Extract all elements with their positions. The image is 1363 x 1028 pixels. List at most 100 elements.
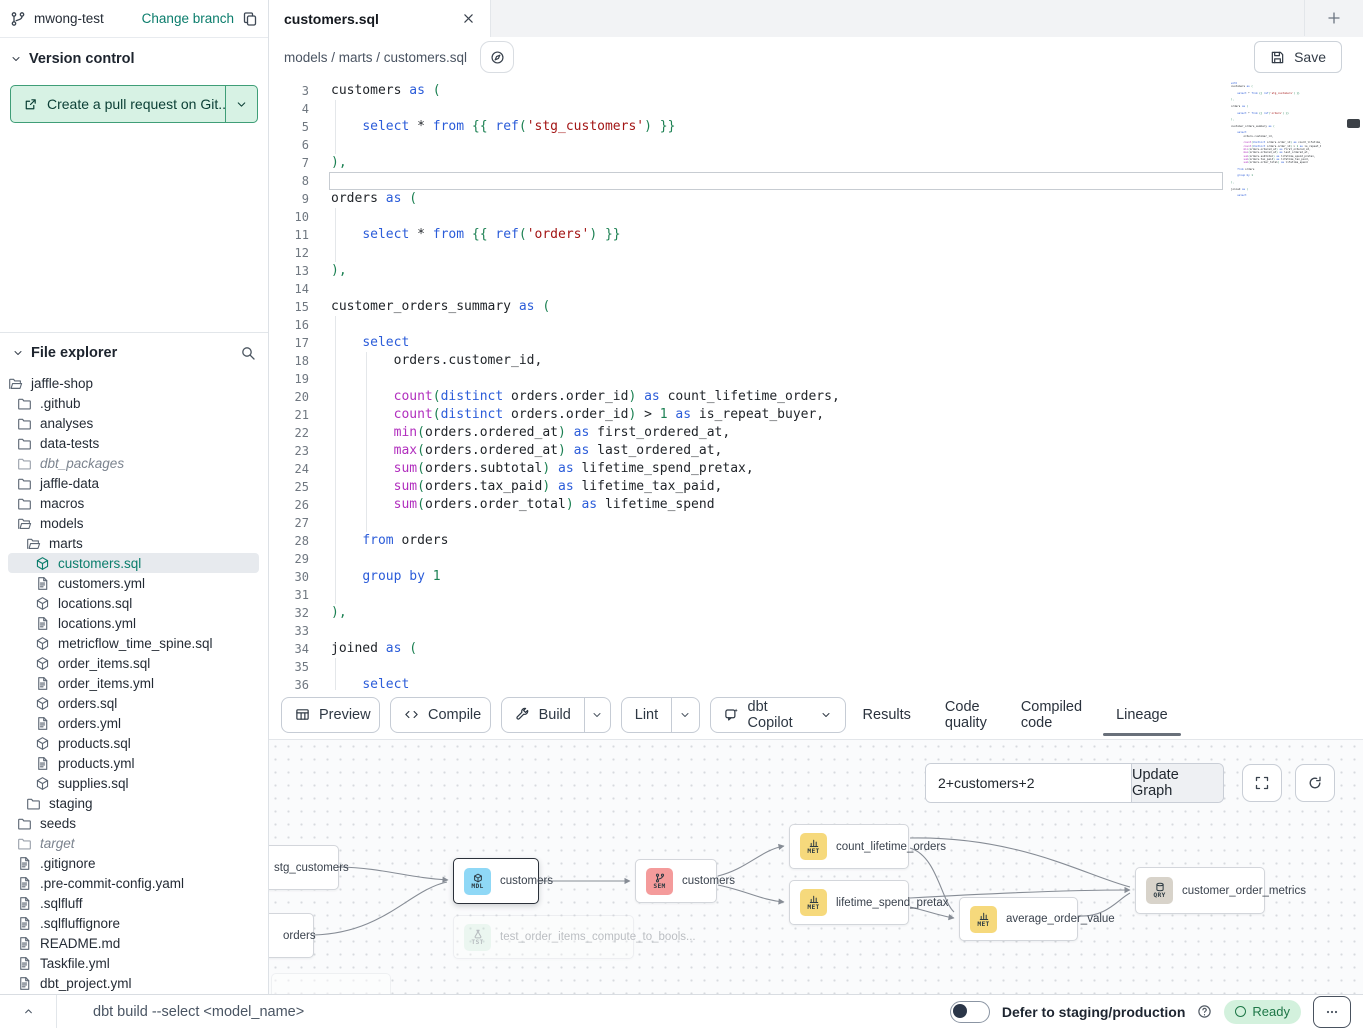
code-line-29[interactable]: 29	[269, 550, 1363, 568]
lint-button[interactable]: Lint	[621, 697, 700, 733]
lineage-node-customers_model[interactable]: MDLcustomers	[453, 858, 539, 904]
file-tree-item-jaffle-data[interactable]: jaffle-data	[8, 473, 259, 493]
tab-compiled-code[interactable]: Compiled code	[1004, 690, 1099, 739]
code-line-36[interactable]: 36 select	[269, 676, 1363, 691]
tab-code-quality[interactable]: Code quality	[928, 690, 1004, 739]
scrollbar-thumb[interactable]	[1347, 119, 1360, 128]
file-tree-item-jaffle-shop[interactable]: jaffle-shop	[8, 373, 259, 393]
code-line-13[interactable]: 13),	[269, 262, 1363, 280]
file-tree-item--pre-commit-config-yaml[interactable]: .pre-commit-config.yaml	[8, 873, 259, 893]
file-tree-item-supplies-sql[interactable]: supplies.sql	[8, 773, 259, 793]
code-line-17[interactable]: 17 select	[269, 334, 1363, 352]
collapse-panel-button[interactable]	[0, 1005, 56, 1018]
lineage-node-test_order_items[interactable]: TSTtest_order_items_compute_to_bools...	[453, 915, 634, 959]
code-line-10[interactable]: 10	[269, 208, 1363, 226]
file-tree-item--gitignore[interactable]: .gitignore	[8, 853, 259, 873]
file-tree-item-metricflow-time-spine-sql[interactable]: metricflow_time_spine.sql	[8, 633, 259, 653]
lineage-node-stg_customers[interactable]: stg_customers	[269, 845, 339, 890]
code-line-20[interactable]: 20 count(distinct orders.order_id) as co…	[269, 388, 1363, 406]
lineage-node-orders[interactable]: orders	[269, 913, 314, 958]
docs-compass-button[interactable]	[480, 41, 514, 73]
code-line-9[interactable]: 9orders as (	[269, 190, 1363, 208]
code-line-26[interactable]: 26 sum(orders.order_total) as lifetime_s…	[269, 496, 1363, 514]
code-line-33[interactable]: 33	[269, 622, 1363, 640]
file-tree-item-taskfile-yml[interactable]: Taskfile.yml	[8, 953, 259, 973]
lineage-node-count_lifetime_orders[interactable]: METcount_lifetime_orders	[789, 824, 909, 869]
create-pr-button[interactable]: Create a pull request on Git...	[10, 85, 258, 123]
code-line-6[interactable]: 6	[269, 136, 1363, 154]
code-line-15[interactable]: 15customer_orders_summary as (	[269, 298, 1363, 316]
code-line-27[interactable]: 27	[269, 514, 1363, 532]
file-tree-item-dbt-packages[interactable]: dbt_packages	[8, 453, 259, 473]
code-line-31[interactable]: 31	[269, 586, 1363, 604]
copy-icon[interactable]	[242, 11, 258, 27]
code-line-21[interactable]: 21 count(distinct orders.order_id) > 1 a…	[269, 406, 1363, 424]
file-tree-item-locations-sql[interactable]: locations.sql	[8, 593, 259, 613]
chevron-down-icon[interactable]	[12, 347, 24, 359]
new-tab-button[interactable]	[1304, 0, 1363, 36]
lint-dropdown[interactable]	[671, 698, 698, 732]
code-line-8[interactable]: 8	[269, 172, 1363, 190]
file-tree-item-macros[interactable]: macros	[8, 493, 259, 513]
code-line-3[interactable]: 3customers as (	[269, 82, 1363, 100]
code-line-18[interactable]: 18 orders.customer_id,	[269, 352, 1363, 370]
code-line-5[interactable]: 5 select * from {{ ref('stg_customers') …	[269, 118, 1363, 136]
file-tree-item--github[interactable]: .github	[8, 393, 259, 413]
code-line-23[interactable]: 23 max(orders.ordered_at) as last_ordere…	[269, 442, 1363, 460]
tab-results[interactable]: Results	[846, 690, 928, 739]
code-line-7[interactable]: 7),	[269, 154, 1363, 172]
file-tree-item-models[interactable]: models	[8, 513, 259, 533]
update-graph-button[interactable]: Update Graph	[1131, 764, 1223, 802]
search-icon[interactable]	[240, 345, 256, 361]
file-tree-item-readme-md[interactable]: README.md	[8, 933, 259, 953]
close-icon[interactable]	[462, 12, 475, 25]
defer-toggle[interactable]	[950, 1001, 990, 1023]
code-line-19[interactable]: 19	[269, 370, 1363, 388]
code-line-4[interactable]: 4	[269, 100, 1363, 118]
file-tree-item-orders-sql[interactable]: orders.sql	[8, 693, 259, 713]
build-dropdown[interactable]	[584, 698, 610, 732]
command-input[interactable]: dbt build --select <model_name>	[93, 1004, 304, 1020]
file-tree-item-order-items-sql[interactable]: order_items.sql	[8, 653, 259, 673]
code-line-11[interactable]: 11 select * from {{ ref('orders') }}	[269, 226, 1363, 244]
lineage-selector-input[interactable]	[926, 764, 1131, 802]
compile-button[interactable]: Compile	[390, 697, 491, 733]
create-pr-dropdown[interactable]	[225, 86, 257, 122]
file-tree-item-products-sql[interactable]: products.sql	[8, 733, 259, 753]
code-line-12[interactable]: 12	[269, 244, 1363, 262]
preview-button[interactable]: Preview	[281, 697, 380, 733]
help-icon[interactable]	[1197, 1004, 1212, 1019]
save-button[interactable]: Save	[1254, 41, 1342, 73]
lineage-node-customers_semantic[interactable]: SEMcustomers	[635, 859, 717, 903]
file-tree-item--sqlfluffignore[interactable]: .sqlfluffignore	[8, 913, 259, 933]
code-line-35[interactable]: 35	[269, 658, 1363, 676]
lineage-node-customer_order_metrics[interactable]: QRYcustomer_order_metrics	[1135, 867, 1265, 914]
code-line-32[interactable]: 32),	[269, 604, 1363, 622]
change-branch-link[interactable]: Change branch	[142, 11, 234, 26]
refresh-button[interactable]	[1295, 764, 1335, 802]
version-control-header[interactable]: Version control	[0, 38, 268, 71]
file-tree-item-analyses[interactable]: analyses	[8, 413, 259, 433]
fullscreen-button[interactable]	[1242, 764, 1282, 802]
more-options-button[interactable]	[1313, 996, 1351, 1028]
code-editor[interactable]: 2with3customers as (45 select * from {{ …	[269, 77, 1363, 691]
lineage-node-average_order_value[interactable]: METaverage_order_value	[959, 897, 1078, 941]
build-button[interactable]: Build	[501, 697, 611, 733]
lineage-node-lifetime_spend_pretax[interactable]: METlifetime_spend_pretax	[789, 880, 909, 925]
file-tree-item-target[interactable]: target	[8, 833, 259, 853]
file-tree-item-locations-yml[interactable]: locations.yml	[8, 613, 259, 633]
file-tree-item-dbt-project-yml[interactable]: dbt_project.yml	[8, 973, 259, 993]
code-line-25[interactable]: 25 sum(orders.tax_paid) as lifetime_tax_…	[269, 478, 1363, 496]
tab-lineage[interactable]: Lineage	[1099, 690, 1185, 739]
file-tree-item-marts[interactable]: marts	[8, 533, 259, 553]
code-line-16[interactable]: 16	[269, 316, 1363, 334]
code-line-14[interactable]: 14	[269, 280, 1363, 298]
file-tree-item-seeds[interactable]: seeds	[8, 813, 259, 833]
file-tree-item-data-tests[interactable]: data-tests	[8, 433, 259, 453]
code-line-28[interactable]: 28 from orders	[269, 532, 1363, 550]
code-line-34[interactable]: 34joined as (	[269, 640, 1363, 658]
code-line-24[interactable]: 24 sum(orders.subtotal) as lifetime_spen…	[269, 460, 1363, 478]
file-tree-item-customers-sql[interactable]: customers.sql	[8, 553, 259, 573]
file-tree-item-staging[interactable]: staging	[8, 793, 259, 813]
code-line-22[interactable]: 22 min(orders.ordered_at) as first_order…	[269, 424, 1363, 442]
